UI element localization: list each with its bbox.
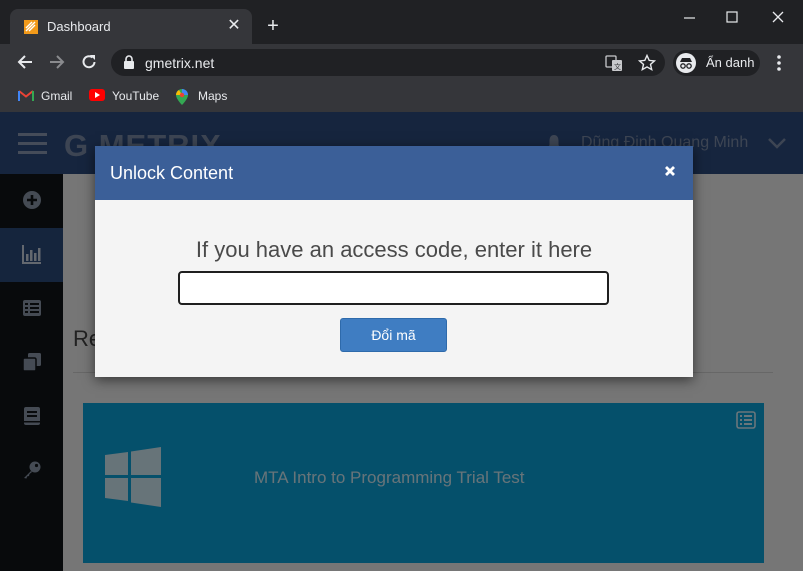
minimize-window-icon[interactable] <box>680 8 700 28</box>
close-window-icon[interactable] <box>768 8 788 28</box>
close-icon[interactable] <box>662 163 678 179</box>
maps-icon <box>176 89 188 105</box>
bookmark-label: YouTube <box>112 89 160 103</box>
svg-text:文: 文 <box>614 62 621 71</box>
bookmarks-bar: Gmail YouTube Maps <box>0 81 803 112</box>
translate-icon[interactable]: 文 <box>605 54 623 72</box>
tab-close-icon[interactable]: ✕ <box>226 17 242 35</box>
browser-menu-icon[interactable] <box>770 53 788 73</box>
reload-icon[interactable] <box>79 52 99 72</box>
bookmark-label: Maps <box>198 89 228 103</box>
url-text[interactable]: gmetrix.net <box>145 55 214 71</box>
back-arrow-icon[interactable] <box>15 52 35 72</box>
page-viewport: G METRIX Dũng Đinh Quang Minh Re MTA Int… <box>0 112 803 571</box>
access-code-prompt: If you have an access code, enter it her… <box>195 237 593 262</box>
gmetrix-favicon-icon <box>24 20 38 34</box>
new-tab-button[interactable]: + <box>263 16 283 36</box>
bookmark-star-icon[interactable] <box>638 54 656 72</box>
incognito-icon <box>676 53 696 73</box>
modal-header: Unlock Content <box>95 146 693 200</box>
bookmark-label: Gmail <box>41 89 73 103</box>
tab-title: Dashboard <box>47 19 111 34</box>
modal-title: Unlock Content <box>110 163 234 183</box>
browser-toolbar: gmetrix.net 文 Ẩn danh <box>0 44 803 81</box>
address-bar[interactable]: gmetrix.net 文 <box>111 49 665 76</box>
redeem-code-button[interactable]: Đổi mã <box>340 318 447 352</box>
incognito-profile-button[interactable]: Ẩn danh <box>673 50 760 76</box>
youtube-icon <box>89 89 105 101</box>
tab-dashboard[interactable]: Dashboard ✕ <box>10 9 252 44</box>
maximize-window-icon[interactable] <box>722 8 742 28</box>
gmail-icon <box>18 90 34 101</box>
unlock-content-modal: Unlock Content If you have an access cod… <box>95 146 693 377</box>
incognito-label: Ẩn danh <box>706 55 755 70</box>
browser-tabstrip: Dashboard ✕ + <box>0 0 803 44</box>
access-code-input[interactable] <box>178 271 609 305</box>
lock-icon[interactable] <box>122 55 136 70</box>
bookmark-youtube[interactable]: YouTube <box>89 87 164 105</box>
forward-arrow-icon[interactable] <box>47 52 67 72</box>
bookmark-gmail[interactable]: Gmail <box>18 87 78 105</box>
bookmark-maps[interactable]: Maps <box>175 87 235 105</box>
